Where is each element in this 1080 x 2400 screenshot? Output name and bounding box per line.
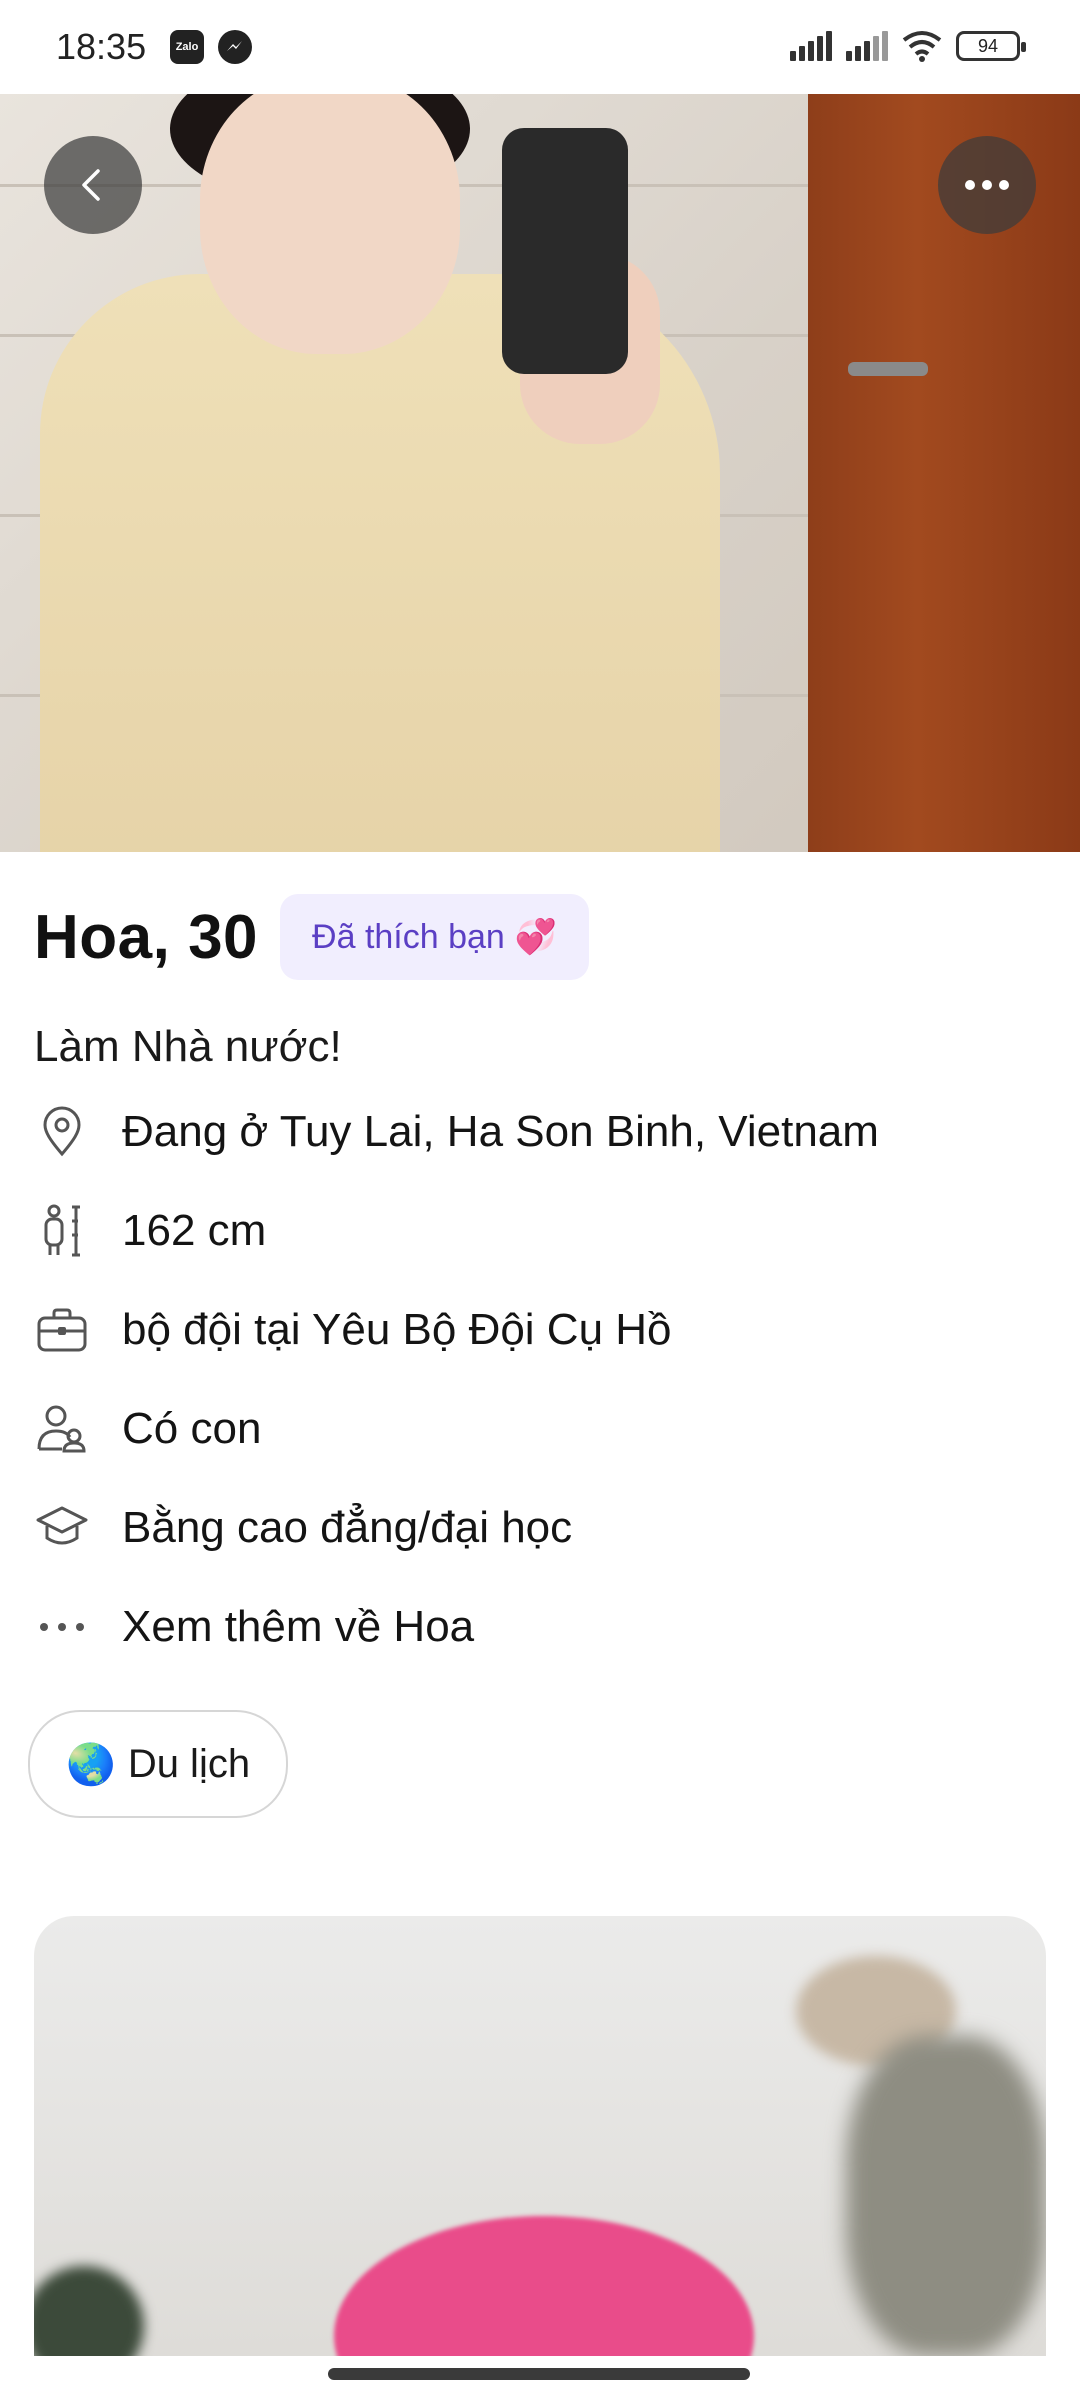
profile-photo-2[interactable] (34, 1916, 1046, 2356)
liked-you-label: Đã thích bạn (312, 917, 505, 956)
detail-text: Đang ở Tuy Lai, Ha Son Binh, Vietnam (122, 1107, 879, 1156)
detail-children: Có con (34, 1401, 261, 1457)
more-horizontal-icon (965, 180, 1009, 190)
location-pin-icon (34, 1104, 90, 1160)
globe-icon: 🌏 (66, 1742, 116, 1787)
briefcase-icon (34, 1302, 90, 1358)
zalo-icon: Zalo (170, 30, 204, 64)
battery-level: 94 (977, 35, 999, 56)
door-handle (848, 362, 928, 376)
detail-text: 162 cm (122, 1206, 267, 1255)
height-icon (34, 1203, 90, 1259)
detail-job: bộ đội tại Yêu Bộ Đội Cụ Hồ (34, 1302, 672, 1358)
home-indicator[interactable] (328, 2368, 750, 2380)
liked-you-badge: Đã thích bạn 💞 (280, 894, 590, 980)
hearts-icon: 💞 (514, 918, 558, 956)
status-bar: 18:35 Zalo 94 (0, 0, 1080, 94)
signal-icon (790, 31, 832, 61)
status-time: 18:35 (56, 26, 147, 67)
detail-text: Bằng cao đẳng/đại học (122, 1503, 573, 1552)
detail-text: Có con (122, 1404, 262, 1453)
signal-icon (846, 31, 888, 61)
wifi-icon (902, 31, 942, 62)
profile-bio: Làm Nhà nước! (34, 1022, 342, 1071)
profile-main-photo[interactable] (0, 94, 1080, 852)
person-face (200, 94, 460, 354)
battery-icon: 94 (956, 31, 1026, 61)
flower (334, 2216, 754, 2356)
more-dots-icon (34, 1599, 90, 1655)
status-indicators: 94 (790, 30, 1026, 62)
interest-label: Du lịch (127, 1741, 251, 1786)
detail-text: Xem thêm về Hoa (122, 1602, 475, 1651)
messenger-icon (218, 30, 252, 64)
children-icon (34, 1401, 90, 1457)
detail-height: 162 cm (34, 1203, 266, 1259)
profile-name-age: Hoa, 30 (34, 902, 259, 972)
name-row: Hoa, 30 Đã thích bạn 💞 (34, 894, 590, 980)
detail-education: Bằng cao đẳng/đại học (34, 1500, 572, 1556)
detail-text: bộ đội tại Yêu Bộ Đội Cụ Hồ (122, 1305, 672, 1354)
graduation-cap-icon (34, 1500, 90, 1556)
more-options-button[interactable] (938, 136, 1036, 234)
interest-chip-travel[interactable]: 🌏 Du lịch (28, 1710, 289, 1818)
back-button[interactable] (44, 136, 142, 234)
phone (502, 128, 628, 374)
see-more-about-button[interactable]: Xem thêm về Hoa (34, 1599, 474, 1655)
chevron-left-icon (82, 169, 100, 201)
detail-location: Đang ở Tuy Lai, Ha Son Binh, Vietnam (34, 1104, 879, 1160)
